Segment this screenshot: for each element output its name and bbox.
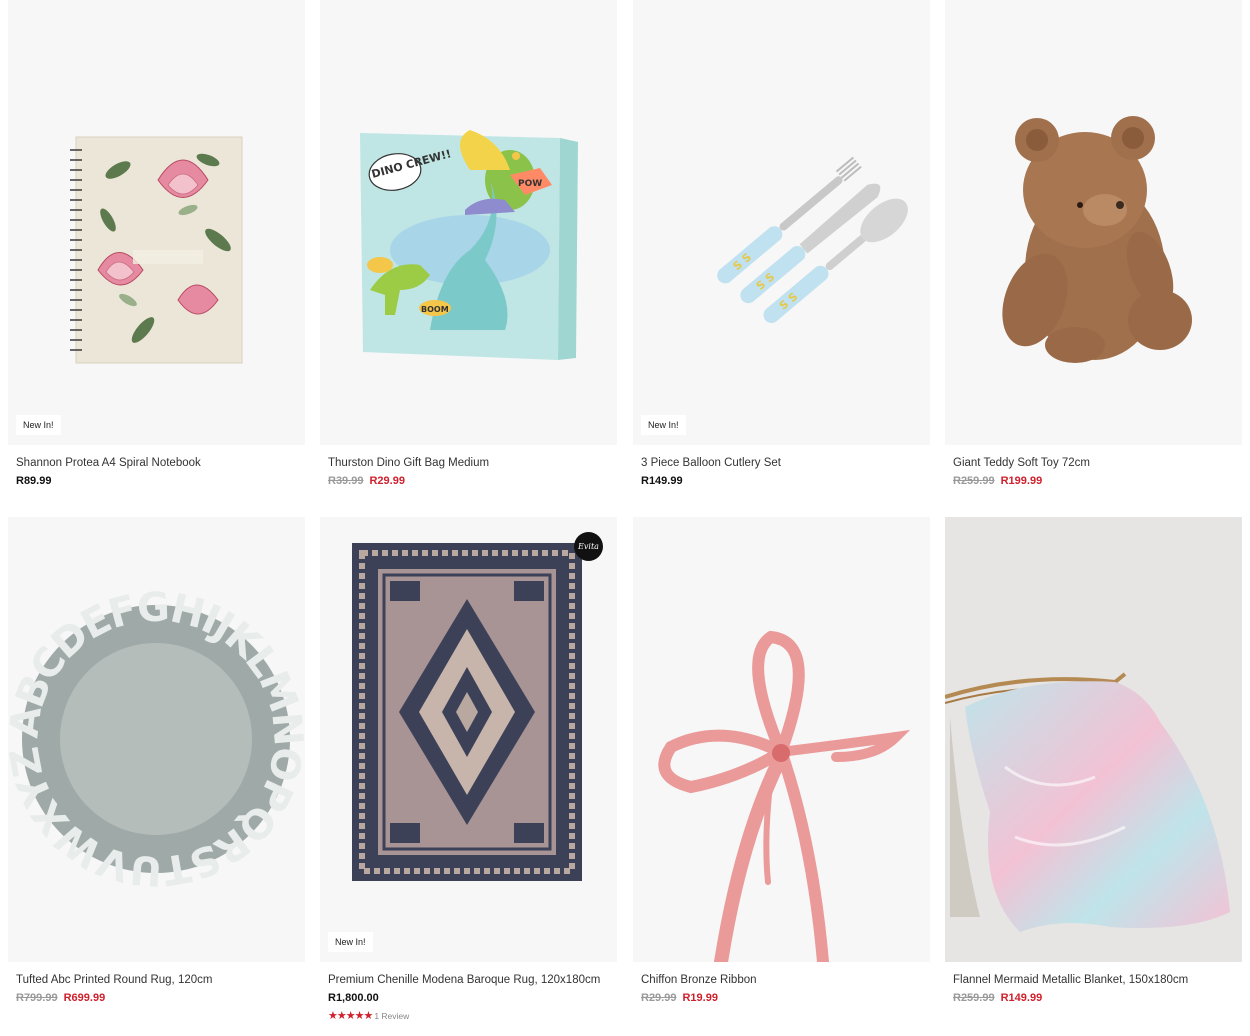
product-card[interactable]: DINO CREW!! POW BOOM Thurston Dino Gift … bbox=[320, 0, 617, 489]
bag-pow-text: POW bbox=[518, 179, 542, 189]
product-image[interactable]: New In! bbox=[8, 0, 305, 445]
product-title[interactable]: Chiffon Bronze Ribbon bbox=[641, 972, 930, 988]
product-title[interactable]: Thurston Dino Gift Bag Medium bbox=[328, 455, 617, 471]
price: R149.99 bbox=[641, 475, 683, 487]
sale-price: R149.99 bbox=[1000, 992, 1043, 1004]
product-image[interactable] bbox=[945, 517, 1242, 962]
product-price: R89.99 bbox=[16, 474, 305, 489]
price: R1,800.00 bbox=[328, 992, 379, 1004]
sale-price: R699.99 bbox=[63, 992, 106, 1004]
product-price: R259.99 R199.99 bbox=[953, 474, 1242, 489]
product-title[interactable]: Flannel Mermaid Metallic Blanket, 150x18… bbox=[953, 972, 1242, 988]
product-price: R29.99 R19.99 bbox=[641, 991, 930, 1006]
product-image[interactable]: Evita New In! bbox=[320, 517, 617, 962]
product-price: R39.99 R29.99 bbox=[328, 474, 617, 489]
product-rating[interactable]: ★★★★★ 1 Review bbox=[328, 1009, 617, 1022]
product-price: R149.99 bbox=[641, 474, 930, 489]
product-title[interactable]: Tufted Abc Printed Round Rug, 120cm bbox=[16, 972, 305, 988]
new-in-badge: New In! bbox=[641, 415, 686, 435]
product-price: R1,800.00 bbox=[328, 991, 617, 1006]
product-image[interactable]: S S S S S S New In! bbox=[633, 0, 930, 445]
product-image[interactable] bbox=[945, 0, 1242, 445]
product-card[interactable]: New In! Shannon Protea A4 Spiral Noteboo… bbox=[8, 0, 305, 489]
product-price: R799.99 R699.99 bbox=[16, 991, 305, 1006]
original-price: R259.99 bbox=[953, 992, 995, 1004]
brand-logo: Evita bbox=[574, 532, 603, 561]
product-card[interactable]: ABCDEFGHIJKLMNOPQRSTUVWXYZ Tufted Abc Pr… bbox=[8, 517, 305, 1006]
product-image[interactable]: DINO CREW!! POW BOOM bbox=[320, 0, 617, 445]
product-image[interactable]: ABCDEFGHIJKLMNOPQRSTUVWXYZ bbox=[8, 517, 305, 962]
product-price: R259.99 R149.99 bbox=[953, 991, 1242, 1006]
rating-stars: ★★★★★ bbox=[328, 1010, 373, 1022]
new-in-badge: New In! bbox=[16, 415, 61, 435]
original-price: R29.99 bbox=[641, 992, 677, 1004]
original-price: R259.99 bbox=[953, 475, 995, 487]
sale-price: R199.99 bbox=[1000, 475, 1043, 487]
original-price: R39.99 bbox=[328, 475, 364, 487]
price: R89.99 bbox=[16, 475, 52, 487]
product-title[interactable]: Giant Teddy Soft Toy 72cm bbox=[953, 455, 1242, 471]
product-title[interactable]: Shannon Protea A4 Spiral Notebook bbox=[16, 455, 305, 471]
product-card[interactable]: Flannel Mermaid Metallic Blanket, 150x18… bbox=[945, 517, 1242, 1006]
sale-price: R19.99 bbox=[682, 992, 718, 1004]
product-title[interactable]: 3 Piece Balloon Cutlery Set bbox=[641, 455, 930, 471]
sale-price: R29.99 bbox=[369, 475, 405, 487]
product-card[interactable]: S S S S S S New In! 3 Piece Balloon Cutl… bbox=[633, 0, 930, 489]
product-card[interactable]: Evita New In! Premium Chenille Modena Ba… bbox=[320, 517, 617, 1022]
original-price: R799.99 bbox=[16, 992, 58, 1004]
new-in-badge: New In! bbox=[328, 932, 373, 952]
product-image[interactable] bbox=[633, 517, 930, 962]
review-count[interactable]: 1 Review bbox=[374, 1011, 409, 1021]
bag-boom-text: BOOM bbox=[421, 305, 449, 314]
product-card[interactable]: Giant Teddy Soft Toy 72cm R259.99 R199.99 bbox=[945, 0, 1242, 489]
product-title[interactable]: Premium Chenille Modena Baroque Rug, 120… bbox=[328, 972, 617, 988]
product-card[interactable]: Chiffon Bronze Ribbon R29.99 R19.99 bbox=[633, 517, 930, 1006]
